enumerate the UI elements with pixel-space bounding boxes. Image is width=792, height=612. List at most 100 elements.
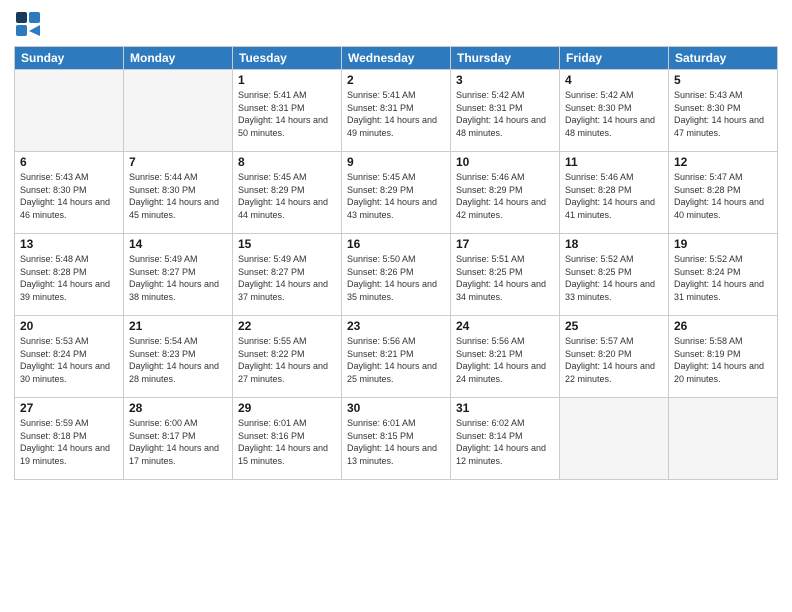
calendar-cell: 16 Sunrise: 5:50 AMSunset: 8:26 PMDayligh… bbox=[342, 234, 451, 316]
day-info: Sunrise: 5:57 AMSunset: 8:20 PMDaylight:… bbox=[565, 335, 663, 385]
day-info: Sunrise: 5:43 AMSunset: 8:30 PMDaylight:… bbox=[674, 89, 772, 139]
day-number: 16 bbox=[347, 237, 445, 251]
calendar-cell: 23Sunrise: 5:56 AMSunset: 8:21 PMDayligh… bbox=[342, 316, 451, 398]
calendar-cell: 6 Sunrise: 5:43 AMSunset: 8:30 PMDaylight… bbox=[15, 152, 124, 234]
day-number: 29 bbox=[238, 401, 336, 415]
calendar-cell bbox=[15, 70, 124, 152]
day-info: Sunrise: 6:01 AMSunset: 8:16 PMDaylight:… bbox=[238, 417, 336, 467]
calendar-cell: 28 Sunrise: 6:00 AMSunset: 8:17 PMDayligh… bbox=[124, 398, 233, 480]
calendar-week-1: 6 Sunrise: 5:43 AMSunset: 8:30 PMDaylight… bbox=[15, 152, 778, 234]
day-number: 17 bbox=[456, 237, 554, 251]
calendar-week-4: 27Sunrise: 5:59 AMSunset: 8:18 PMDayligh… bbox=[15, 398, 778, 480]
calendar-cell: 29 Sunrise: 6:01 AMSunset: 8:16 PMDayligh… bbox=[233, 398, 342, 480]
day-info: Sunrise: 6:01 AMSunset: 8:15 PMDaylight:… bbox=[347, 417, 445, 467]
day-number: 8 bbox=[238, 155, 336, 169]
day-number: 7 bbox=[129, 155, 227, 169]
day-info: Sunrise: 6:00 AMSunset: 8:17 PMDaylight:… bbox=[129, 417, 227, 467]
day-info: Sunrise: 5:50 AMSunset: 8:26 PMDaylight:… bbox=[347, 253, 445, 303]
day-info: Sunrise: 5:42 AMSunset: 8:31 PMDaylight:… bbox=[456, 89, 554, 139]
day-info: Sunrise: 5:48 AMSunset: 8:28 PMDaylight:… bbox=[20, 253, 118, 303]
day-number: 5 bbox=[674, 73, 772, 87]
calendar-cell: 18 Sunrise: 5:52 AMSunset: 8:25 PMDayligh… bbox=[560, 234, 669, 316]
day-number: 28 bbox=[129, 401, 227, 415]
day-info: Sunrise: 5:42 AMSunset: 8:30 PMDaylight:… bbox=[565, 89, 663, 139]
calendar-cell: 2Sunrise: 5:41 AMSunset: 8:31 PMDaylight… bbox=[342, 70, 451, 152]
calendar-cell: 31 Sunrise: 6:02 AMSunset: 8:14 PMDayligh… bbox=[451, 398, 560, 480]
day-info: Sunrise: 5:41 AMSunset: 8:31 PMDaylight:… bbox=[347, 89, 445, 139]
day-info: Sunrise: 5:52 AMSunset: 8:24 PMDaylight:… bbox=[674, 253, 772, 303]
day-number: 13 bbox=[20, 237, 118, 251]
day-number: 14 bbox=[129, 237, 227, 251]
calendar-cell: 7 Sunrise: 5:44 AMSunset: 8:30 PMDaylight… bbox=[124, 152, 233, 234]
calendar-cell: 24 Sunrise: 5:56 AMSunset: 8:21 PMDayligh… bbox=[451, 316, 560, 398]
logo-icon bbox=[14, 10, 42, 38]
day-number: 27 bbox=[20, 401, 118, 415]
day-info: Sunrise: 5:52 AMSunset: 8:25 PMDaylight:… bbox=[565, 253, 663, 303]
day-info: Sunrise: 5:46 AMSunset: 8:29 PMDaylight:… bbox=[456, 171, 554, 221]
calendar-week-3: 20 Sunrise: 5:53 AMSunset: 8:24 PMDayligh… bbox=[15, 316, 778, 398]
day-number: 30 bbox=[347, 401, 445, 415]
day-info: Sunrise: 5:55 AMSunset: 8:22 PMDaylight:… bbox=[238, 335, 336, 385]
day-info: Sunrise: 5:58 AMSunset: 8:19 PMDaylight:… bbox=[674, 335, 772, 385]
header bbox=[14, 10, 778, 38]
day-number: 24 bbox=[456, 319, 554, 333]
calendar-cell: 30 Sunrise: 6:01 AMSunset: 8:15 PMDayligh… bbox=[342, 398, 451, 480]
calendar-cell: 5 Sunrise: 5:43 AMSunset: 8:30 PMDaylight… bbox=[669, 70, 778, 152]
day-info: Sunrise: 5:44 AMSunset: 8:30 PMDaylight:… bbox=[129, 171, 227, 221]
calendar-cell: 10 Sunrise: 5:46 AMSunset: 8:29 PMDayligh… bbox=[451, 152, 560, 234]
day-number: 25 bbox=[565, 319, 663, 333]
day-info: Sunrise: 5:56 AMSunset: 8:21 PMDaylight:… bbox=[347, 335, 445, 385]
day-info: Sunrise: 5:47 AMSunset: 8:28 PMDaylight:… bbox=[674, 171, 772, 221]
calendar-cell: 19Sunrise: 5:52 AMSunset: 8:24 PMDayligh… bbox=[669, 234, 778, 316]
calendar-cell: 15 Sunrise: 5:49 AMSunset: 8:27 PMDayligh… bbox=[233, 234, 342, 316]
day-number: 21 bbox=[129, 319, 227, 333]
calendar-cell bbox=[560, 398, 669, 480]
calendar-cell: 27Sunrise: 5:59 AMSunset: 8:18 PMDayligh… bbox=[15, 398, 124, 480]
day-info: Sunrise: 5:53 AMSunset: 8:24 PMDaylight:… bbox=[20, 335, 118, 385]
calendar-cell: 11 Sunrise: 5:46 AMSunset: 8:28 PMDayligh… bbox=[560, 152, 669, 234]
day-info: Sunrise: 5:54 AMSunset: 8:23 PMDaylight:… bbox=[129, 335, 227, 385]
day-number: 20 bbox=[20, 319, 118, 333]
calendar-header-friday: Friday bbox=[560, 47, 669, 70]
calendar-cell: 8Sunrise: 5:45 AMSunset: 8:29 PMDaylight… bbox=[233, 152, 342, 234]
day-info: Sunrise: 6:02 AMSunset: 8:14 PMDaylight:… bbox=[456, 417, 554, 467]
day-number: 3 bbox=[456, 73, 554, 87]
day-number: 22 bbox=[238, 319, 336, 333]
calendar-header-thursday: Thursday bbox=[451, 47, 560, 70]
calendar-cell: 14Sunrise: 5:49 AMSunset: 8:27 PMDayligh… bbox=[124, 234, 233, 316]
calendar-cell bbox=[124, 70, 233, 152]
day-info: Sunrise: 5:46 AMSunset: 8:28 PMDaylight:… bbox=[565, 171, 663, 221]
day-info: Sunrise: 5:45 AMSunset: 8:29 PMDaylight:… bbox=[347, 171, 445, 221]
day-number: 18 bbox=[565, 237, 663, 251]
calendar-cell: 13 Sunrise: 5:48 AMSunset: 8:28 PMDayligh… bbox=[15, 234, 124, 316]
day-info: Sunrise: 5:49 AMSunset: 8:27 PMDaylight:… bbox=[238, 253, 336, 303]
calendar-cell: 25 Sunrise: 5:57 AMSunset: 8:20 PMDayligh… bbox=[560, 316, 669, 398]
calendar-cell bbox=[669, 398, 778, 480]
day-number: 6 bbox=[20, 155, 118, 169]
day-number: 4 bbox=[565, 73, 663, 87]
calendar-cell: 20 Sunrise: 5:53 AMSunset: 8:24 PMDayligh… bbox=[15, 316, 124, 398]
day-number: 10 bbox=[456, 155, 554, 169]
calendar-header-tuesday: Tuesday bbox=[233, 47, 342, 70]
calendar-cell: 22 Sunrise: 5:55 AMSunset: 8:22 PMDayligh… bbox=[233, 316, 342, 398]
day-number: 9 bbox=[347, 155, 445, 169]
day-number: 15 bbox=[238, 237, 336, 251]
calendar-cell: 17 Sunrise: 5:51 AMSunset: 8:25 PMDayligh… bbox=[451, 234, 560, 316]
calendar-header-row: SundayMondayTuesdayWednesdayThursdayFrid… bbox=[15, 47, 778, 70]
day-number: 11 bbox=[565, 155, 663, 169]
calendar-cell: 3 Sunrise: 5:42 AMSunset: 8:31 PMDaylight… bbox=[451, 70, 560, 152]
calendar-header-monday: Monday bbox=[124, 47, 233, 70]
calendar-cell: 26Sunrise: 5:58 AMSunset: 8:19 PMDayligh… bbox=[669, 316, 778, 398]
day-info: Sunrise: 5:56 AMSunset: 8:21 PMDaylight:… bbox=[456, 335, 554, 385]
day-info: Sunrise: 5:51 AMSunset: 8:25 PMDaylight:… bbox=[456, 253, 554, 303]
day-info: Sunrise: 5:43 AMSunset: 8:30 PMDaylight:… bbox=[20, 171, 118, 221]
calendar-cell: 1Sunrise: 5:41 AMSunset: 8:31 PMDaylight… bbox=[233, 70, 342, 152]
calendar-week-2: 13 Sunrise: 5:48 AMSunset: 8:28 PMDayligh… bbox=[15, 234, 778, 316]
day-number: 31 bbox=[456, 401, 554, 415]
calendar-cell: 4 Sunrise: 5:42 AMSunset: 8:30 PMDaylight… bbox=[560, 70, 669, 152]
calendar-cell: 9 Sunrise: 5:45 AMSunset: 8:29 PMDaylight… bbox=[342, 152, 451, 234]
calendar-header-wednesday: Wednesday bbox=[342, 47, 451, 70]
calendar-cell: 12 Sunrise: 5:47 AMSunset: 8:28 PMDayligh… bbox=[669, 152, 778, 234]
day-number: 12 bbox=[674, 155, 772, 169]
calendar-header-sunday: Sunday bbox=[15, 47, 124, 70]
